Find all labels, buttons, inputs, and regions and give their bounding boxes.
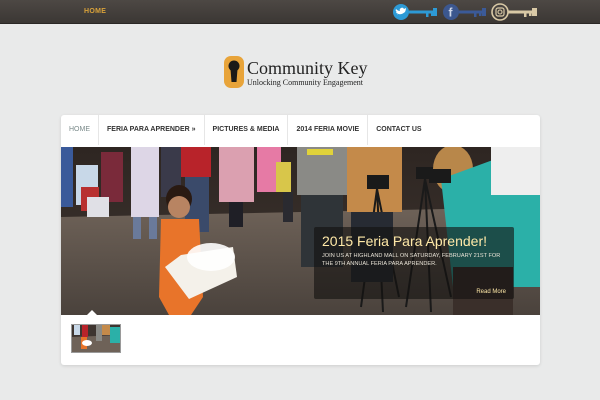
facebook-key-icon[interactable]: f [442,2,488,22]
slide-text: JOIN US AT HIGHLAND MALL ON SATURDAY, FE… [322,253,501,267]
nav-item-contact-us[interactable]: CONTACT US [368,115,429,145]
site-tagline: Unlocking Community Engagement [247,78,363,87]
thumbnail-pointer [87,310,97,315]
thumbnail-photo [72,325,120,352]
featured-slider[interactable]: 2015 Feria Para Aprender! JOIN US AT HIG… [61,147,540,315]
main-nav: HOME FERIA PARA APRENDER » PICTURES & ME… [61,115,540,145]
content-card: HOME FERIA PARA APRENDER » PICTURES & ME… [61,115,540,365]
top-home-link[interactable]: HOME [84,8,106,15]
slide-title: 2015 Feria Para Aprender! [322,233,487,249]
nav-item-home[interactable]: HOME [61,115,99,145]
slide-thumbnail[interactable] [71,324,121,353]
twitter-key-icon[interactable] [392,2,440,22]
slide-caption: 2015 Feria Para Aprender! JOIN US AT HIG… [314,227,514,299]
site-logo[interactable]: Community Key Unlocking Community Engage… [224,55,384,91]
nav-item-pictures-media[interactable]: PICTURES & MEDIA [205,115,289,145]
instagram-key-icon[interactable] [491,2,539,22]
keyhole-logo-icon [224,56,244,88]
nav-item-2014-feria-movie[interactable]: 2014 FERIA MOVIE [288,115,369,145]
top-bar: HOME f [0,0,600,24]
site-title: Community Key [247,58,368,78]
read-more-link[interactable]: Read More [476,289,506,295]
nav-item-feria-para-aprender[interactable]: FERIA PARA APRENDER » [99,115,205,145]
